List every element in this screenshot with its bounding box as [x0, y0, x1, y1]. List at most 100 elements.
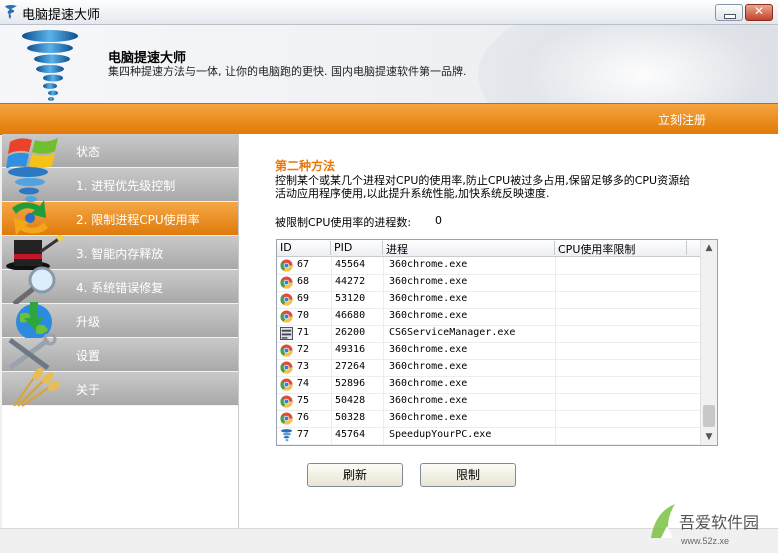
cell-pid: 27264	[335, 361, 366, 372]
table-row[interactable]: 68 44272 360chrome.exe	[277, 274, 701, 292]
sidebar-item-label: 关于	[76, 383, 101, 397]
column-header-process[interactable]: 进程	[383, 241, 555, 256]
sidebar-item-priority-control[interactable]: 1. 进程优先级控制	[2, 167, 238, 202]
table-row[interactable]: 69 53120 360chrome.exe	[277, 291, 701, 309]
register-link[interactable]: 立刻注册	[658, 111, 706, 128]
column-divider	[383, 257, 384, 445]
sidebar-item-settings[interactable]: 设置	[2, 334, 238, 372]
column-header-pid[interactable]: PID	[331, 241, 383, 255]
cell-pid: 45764	[335, 429, 366, 440]
cell-id: 75	[297, 395, 310, 406]
minimize-button[interactable]	[715, 4, 743, 21]
close-icon: ✕	[753, 4, 765, 18]
cell-process-name: CS6ServiceManager.exe	[389, 327, 516, 338]
table-row[interactable]: 73 27264 360chrome.exe	[277, 359, 701, 377]
cell-process-name: 360chrome.exe	[389, 378, 468, 389]
cell-process-name: 360chrome.exe	[389, 412, 468, 423]
limited-count-value: 0	[435, 214, 442, 227]
cell-id: 73	[297, 361, 310, 372]
cell-process-name: 360chrome.exe	[389, 276, 468, 287]
column-divider	[331, 257, 332, 445]
close-button[interactable]: ✕	[745, 4, 773, 21]
chrome-icon	[280, 378, 293, 391]
watermark-url: www.52z.xe	[680, 536, 729, 546]
cell-id: 74	[297, 378, 310, 389]
table-row[interactable]: 72 49316 360chrome.exe	[277, 342, 701, 360]
cell-pid: 44272	[335, 276, 366, 287]
table-scrollbar[interactable]: ▲ ▼	[700, 240, 717, 445]
chrome-icon	[280, 412, 293, 425]
table-row[interactable]: 76 50328 360chrome.exe	[277, 410, 701, 428]
cell-id: 71	[297, 327, 310, 338]
service-icon	[280, 327, 293, 340]
chrome-icon	[280, 344, 293, 357]
refresh-button[interactable]: 刷新	[307, 463, 403, 487]
cell-process-name: SpeedupYourPC.exe	[389, 429, 492, 440]
sidebar-item-label: 3. 智能内存释放	[76, 247, 164, 261]
limit-button[interactable]: 限制	[420, 463, 516, 487]
window-title: 电脑提速大师	[22, 8, 101, 23]
chrome-icon	[280, 361, 293, 374]
cell-pid: 46680	[335, 310, 366, 321]
sidebar-item-memory-release[interactable]: 3. 智能内存释放	[2, 235, 238, 271]
sidebar-item-status[interactable]: 状态	[2, 134, 238, 169]
app-header: 电脑提速大师 集四种提速方法与一体, 让你的电脑跑的更快. 国内电脑提速软件第一…	[0, 25, 778, 103]
scroll-up-arrow-icon[interactable]: ▲	[701, 240, 717, 256]
table-row[interactable]: 67 45564 360chrome.exe	[277, 257, 701, 275]
table-row[interactable]: 74 52896 360chrome.exe	[277, 376, 701, 394]
tornado-icon	[5, 5, 17, 19]
cell-process-name: 360chrome.exe	[389, 344, 468, 355]
cell-pid: 50328	[335, 412, 366, 423]
table-header: ID PID 进程 CPU使用率限制	[277, 240, 701, 257]
cell-pid: 45564	[335, 259, 366, 270]
sidebar-item-label: 设置	[76, 349, 101, 363]
table-row[interactable]: 77 45764 SpeedupYourPC.exe	[277, 427, 701, 445]
action-bar: 立刻注册	[0, 103, 778, 135]
cell-process-name: 360chrome.exe	[389, 395, 468, 406]
sidebar-item-label: 升级	[76, 315, 101, 329]
sidebar-item-about[interactable]: 关于	[2, 368, 238, 407]
sidebar-item-error-repair[interactable]: 4. 系统错误修复	[2, 266, 238, 306]
chrome-icon	[280, 259, 293, 272]
scroll-down-arrow-icon[interactable]: ▼	[701, 429, 717, 445]
wheat-icon	[13, 368, 61, 407]
watermark-text: 吾爱软件园	[679, 514, 759, 532]
cell-pid: 53120	[335, 293, 366, 304]
sidebar-item-label: 状态	[76, 145, 101, 159]
table-row[interactable]: 75 50428 360chrome.exe	[277, 393, 701, 411]
section-title: 第二种方法	[275, 159, 336, 173]
chrome-icon	[280, 293, 293, 306]
sidebar-item-label: 1. 进程优先级控制	[76, 179, 176, 193]
cell-process-name: 360chrome.exe	[389, 259, 468, 270]
sidebar-item-cpu-limit[interactable]: 2. 限制进程CPU使用率	[2, 200, 238, 236]
cell-id: 69	[297, 293, 310, 304]
cell-pid: 26200	[335, 327, 366, 338]
column-header-id[interactable]: ID	[277, 241, 331, 255]
tornado-logo-icon	[22, 30, 78, 101]
sidebar-item-label: 4. 系统错误修复	[76, 281, 164, 295]
table-row[interactable]: 71 26200 CS6ServiceManager.exe	[277, 325, 701, 343]
sidebar-item-upgrade[interactable]: 升级	[2, 302, 238, 340]
cell-process-name: 360chrome.exe	[389, 361, 468, 372]
limited-count-label: 被限制CPU使用率的进程数:	[275, 216, 412, 229]
cell-id: 76	[297, 412, 310, 423]
table-row[interactable]: 70 46680 360chrome.exe	[277, 308, 701, 326]
cell-id: 70	[297, 310, 310, 321]
cell-id: 68	[297, 276, 310, 287]
chrome-icon	[280, 276, 293, 289]
section-description: 控制某个或某几个进程对CPU的使用率,防止CPU被过多占用,保留足够多的CPU资…	[275, 174, 691, 200]
watermark-logo: 吾爱软件园 www.52z.xe	[651, 504, 759, 546]
header-slogan: 集四种提速方法与一体, 让你的电脑跑的更快. 国内电脑提速软件第一品牌.	[108, 65, 467, 78]
cell-process-name: 360chrome.exe	[389, 293, 468, 304]
main-panel: 第二种方法 控制某个或某几个进程对CPU的使用率,防止CPU被过多占用,保留足够…	[239, 134, 778, 528]
sidebar: 状态 1. 进程优先级控制 2. 限制进程CPU使用率 3. 智能内存释放 4.…	[2, 134, 239, 528]
column-header-cpu-limit[interactable]: CPU使用率限制	[555, 241, 687, 256]
cell-process-name: 360chrome.exe	[389, 310, 468, 321]
scroll-thumb[interactable]	[703, 405, 715, 427]
chrome-icon	[280, 395, 293, 408]
cell-id: 67	[297, 259, 310, 270]
title-bar: 电脑提速大师 ✕	[0, 0, 778, 25]
cell-id: 72	[297, 344, 310, 355]
cell-pid: 49316	[335, 344, 366, 355]
process-table[interactable]: ID PID 进程 CPU使用率限制 67 45564 360chrome.exe 6…	[276, 239, 718, 446]
